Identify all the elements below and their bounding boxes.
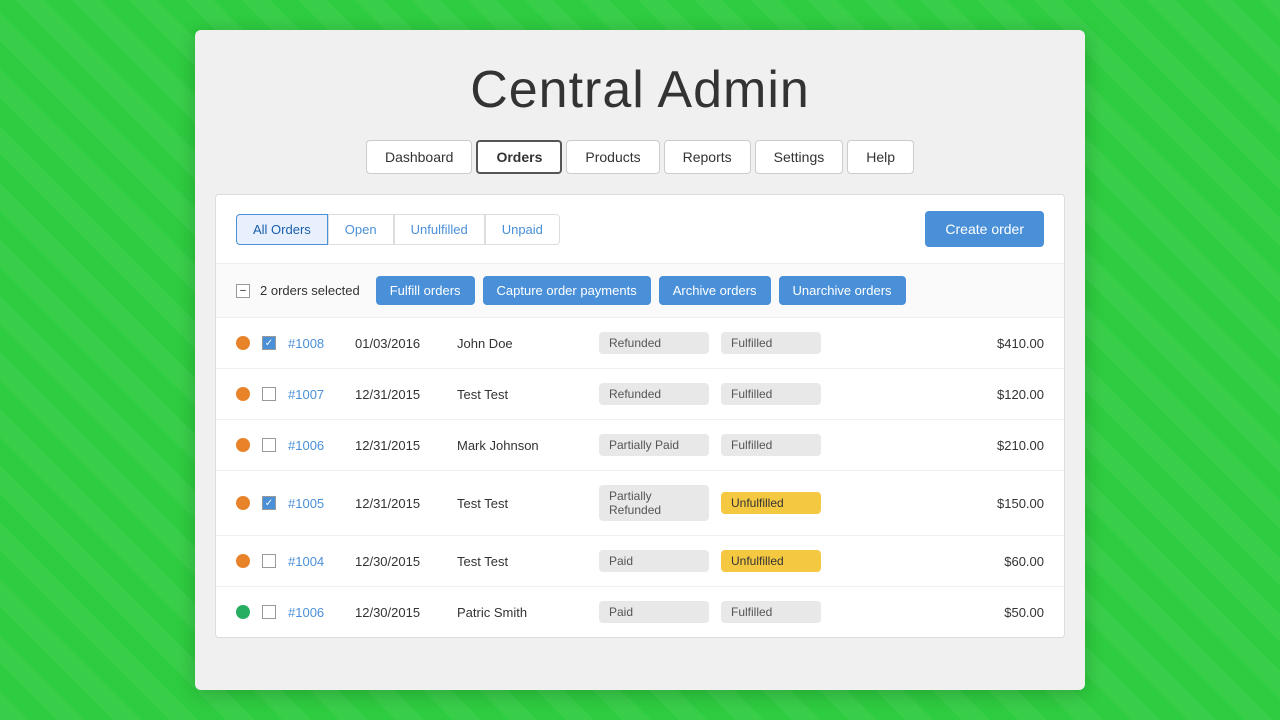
table-row: ✓ #1005 12/31/2015 Test Test Partially Refun… <box>216 471 1064 536</box>
order-checkbox[interactable] <box>262 438 276 452</box>
main-panel: Central Admin DashboardOrdersProductsRep… <box>195 30 1085 690</box>
order-customer-name: Test Test <box>457 387 587 402</box>
content-area: All OrdersOpenUnfulfilledUnpaid Create o… <box>215 194 1065 638</box>
selection-count: 2 orders selected <box>260 283 360 298</box>
order-customer-name: Test Test <box>457 496 587 511</box>
tab-open[interactable]: Open <box>328 214 394 245</box>
order-fulfillment-badge: Unfulfilled <box>721 550 821 572</box>
nav-help[interactable]: Help <box>847 140 914 174</box>
order-amount: $120.00 <box>997 387 1044 402</box>
tab-unpaid[interactable]: Unpaid <box>485 214 560 245</box>
order-date: 01/03/2016 <box>355 336 445 351</box>
order-checkbox[interactable]: ✓ <box>262 336 276 350</box>
nav-orders[interactable]: Orders <box>476 140 562 174</box>
order-payment-badge: Partially Paid <box>599 434 709 456</box>
order-payment-badge: Paid <box>599 601 709 623</box>
order-status-dot <box>236 387 250 401</box>
table-row: #1006 12/31/2015 Mark Johnson Partially Pai… <box>216 420 1064 471</box>
order-payment-badge: Refunded <box>599 332 709 354</box>
order-status-dot <box>236 496 250 510</box>
order-id[interactable]: #1008 <box>288 336 343 351</box>
order-status-dot <box>236 605 250 619</box>
order-checkbox[interactable] <box>262 605 276 619</box>
order-payment-badge: Refunded <box>599 383 709 405</box>
app-title: Central Admin <box>195 60 1085 120</box>
order-checkbox[interactable]: ✓ <box>262 496 276 510</box>
select-all-checkbox[interactable]: – <box>236 284 250 298</box>
order-fulfillment-badge: Fulfilled <box>721 601 821 623</box>
order-amount: $210.00 <box>997 438 1044 453</box>
unarchive-button[interactable]: Unarchive orders <box>779 276 906 305</box>
order-status-dot <box>236 438 250 452</box>
action-buttons: Fulfill orders Capture order payments Arch… <box>376 276 906 305</box>
table-row: #1006 12/30/2015 Patric Smith Paid Fulfilled… <box>216 587 1064 637</box>
create-order-button[interactable]: Create order <box>925 211 1044 247</box>
order-checkbox[interactable] <box>262 387 276 401</box>
order-fulfillment-badge: Unfulfilled <box>721 492 821 514</box>
order-fulfillment-badge: Fulfilled <box>721 383 821 405</box>
order-customer-name: Patric Smith <box>457 605 587 620</box>
tab-unfulfilled[interactable]: Unfulfilled <box>394 214 485 245</box>
order-date: 12/31/2015 <box>355 496 445 511</box>
order-customer-name: Mark Johnson <box>457 438 587 453</box>
nav-reports[interactable]: Reports <box>664 140 751 174</box>
nav-bar: DashboardOrdersProductsReportsSettingsHe… <box>195 140 1085 194</box>
table-row: #1007 12/31/2015 Test Test Refunded Fulfille… <box>216 369 1064 420</box>
order-tabs: All OrdersOpenUnfulfilledUnpaid <box>236 214 560 245</box>
order-date: 12/31/2015 <box>355 387 445 402</box>
order-id[interactable]: #1006 <box>288 605 343 620</box>
table-row: #1004 12/30/2015 Test Test Paid Unfulfilled $… <box>216 536 1064 587</box>
order-date: 12/31/2015 <box>355 438 445 453</box>
order-amount: $60.00 <box>1004 554 1044 569</box>
order-payment-badge: Paid <box>599 550 709 572</box>
order-date: 12/30/2015 <box>355 605 445 620</box>
nav-products[interactable]: Products <box>566 140 659 174</box>
archive-button[interactable]: Archive orders <box>659 276 771 305</box>
order-customer-name: John Doe <box>457 336 587 351</box>
nav-settings[interactable]: Settings <box>755 140 844 174</box>
order-status-dot <box>236 554 250 568</box>
toolbar: All OrdersOpenUnfulfilledUnpaid Create o… <box>216 195 1064 264</box>
order-amount: $50.00 <box>1004 605 1044 620</box>
capture-button[interactable]: Capture order payments <box>483 276 651 305</box>
order-payment-badge: Partially Refunded <box>599 485 709 521</box>
tab-all-orders[interactable]: All Orders <box>236 214 328 245</box>
order-fulfillment-badge: Fulfilled <box>721 434 821 456</box>
table-row: ✓ #1008 01/03/2016 John Doe Refunded Fulfille… <box>216 318 1064 369</box>
order-id[interactable]: #1006 <box>288 438 343 453</box>
order-date: 12/30/2015 <box>355 554 445 569</box>
order-amount: $410.00 <box>997 336 1044 351</box>
fulfill-button[interactable]: Fulfill orders <box>376 276 475 305</box>
order-id[interactable]: #1005 <box>288 496 343 511</box>
order-checkbox[interactable] <box>262 554 276 568</box>
order-fulfillment-badge: Fulfilled <box>721 332 821 354</box>
order-amount: $150.00 <box>997 496 1044 511</box>
order-id[interactable]: #1004 <box>288 554 343 569</box>
nav-dashboard[interactable]: Dashboard <box>366 140 473 174</box>
selection-bar: – 2 orders selected Fulfill orders Captur… <box>216 264 1064 318</box>
orders-table: ✓ #1008 01/03/2016 John Doe Refunded Fulfille… <box>216 318 1064 637</box>
order-status-dot <box>236 336 250 350</box>
header: Central Admin <box>195 30 1085 140</box>
order-id[interactable]: #1007 <box>288 387 343 402</box>
order-customer-name: Test Test <box>457 554 587 569</box>
